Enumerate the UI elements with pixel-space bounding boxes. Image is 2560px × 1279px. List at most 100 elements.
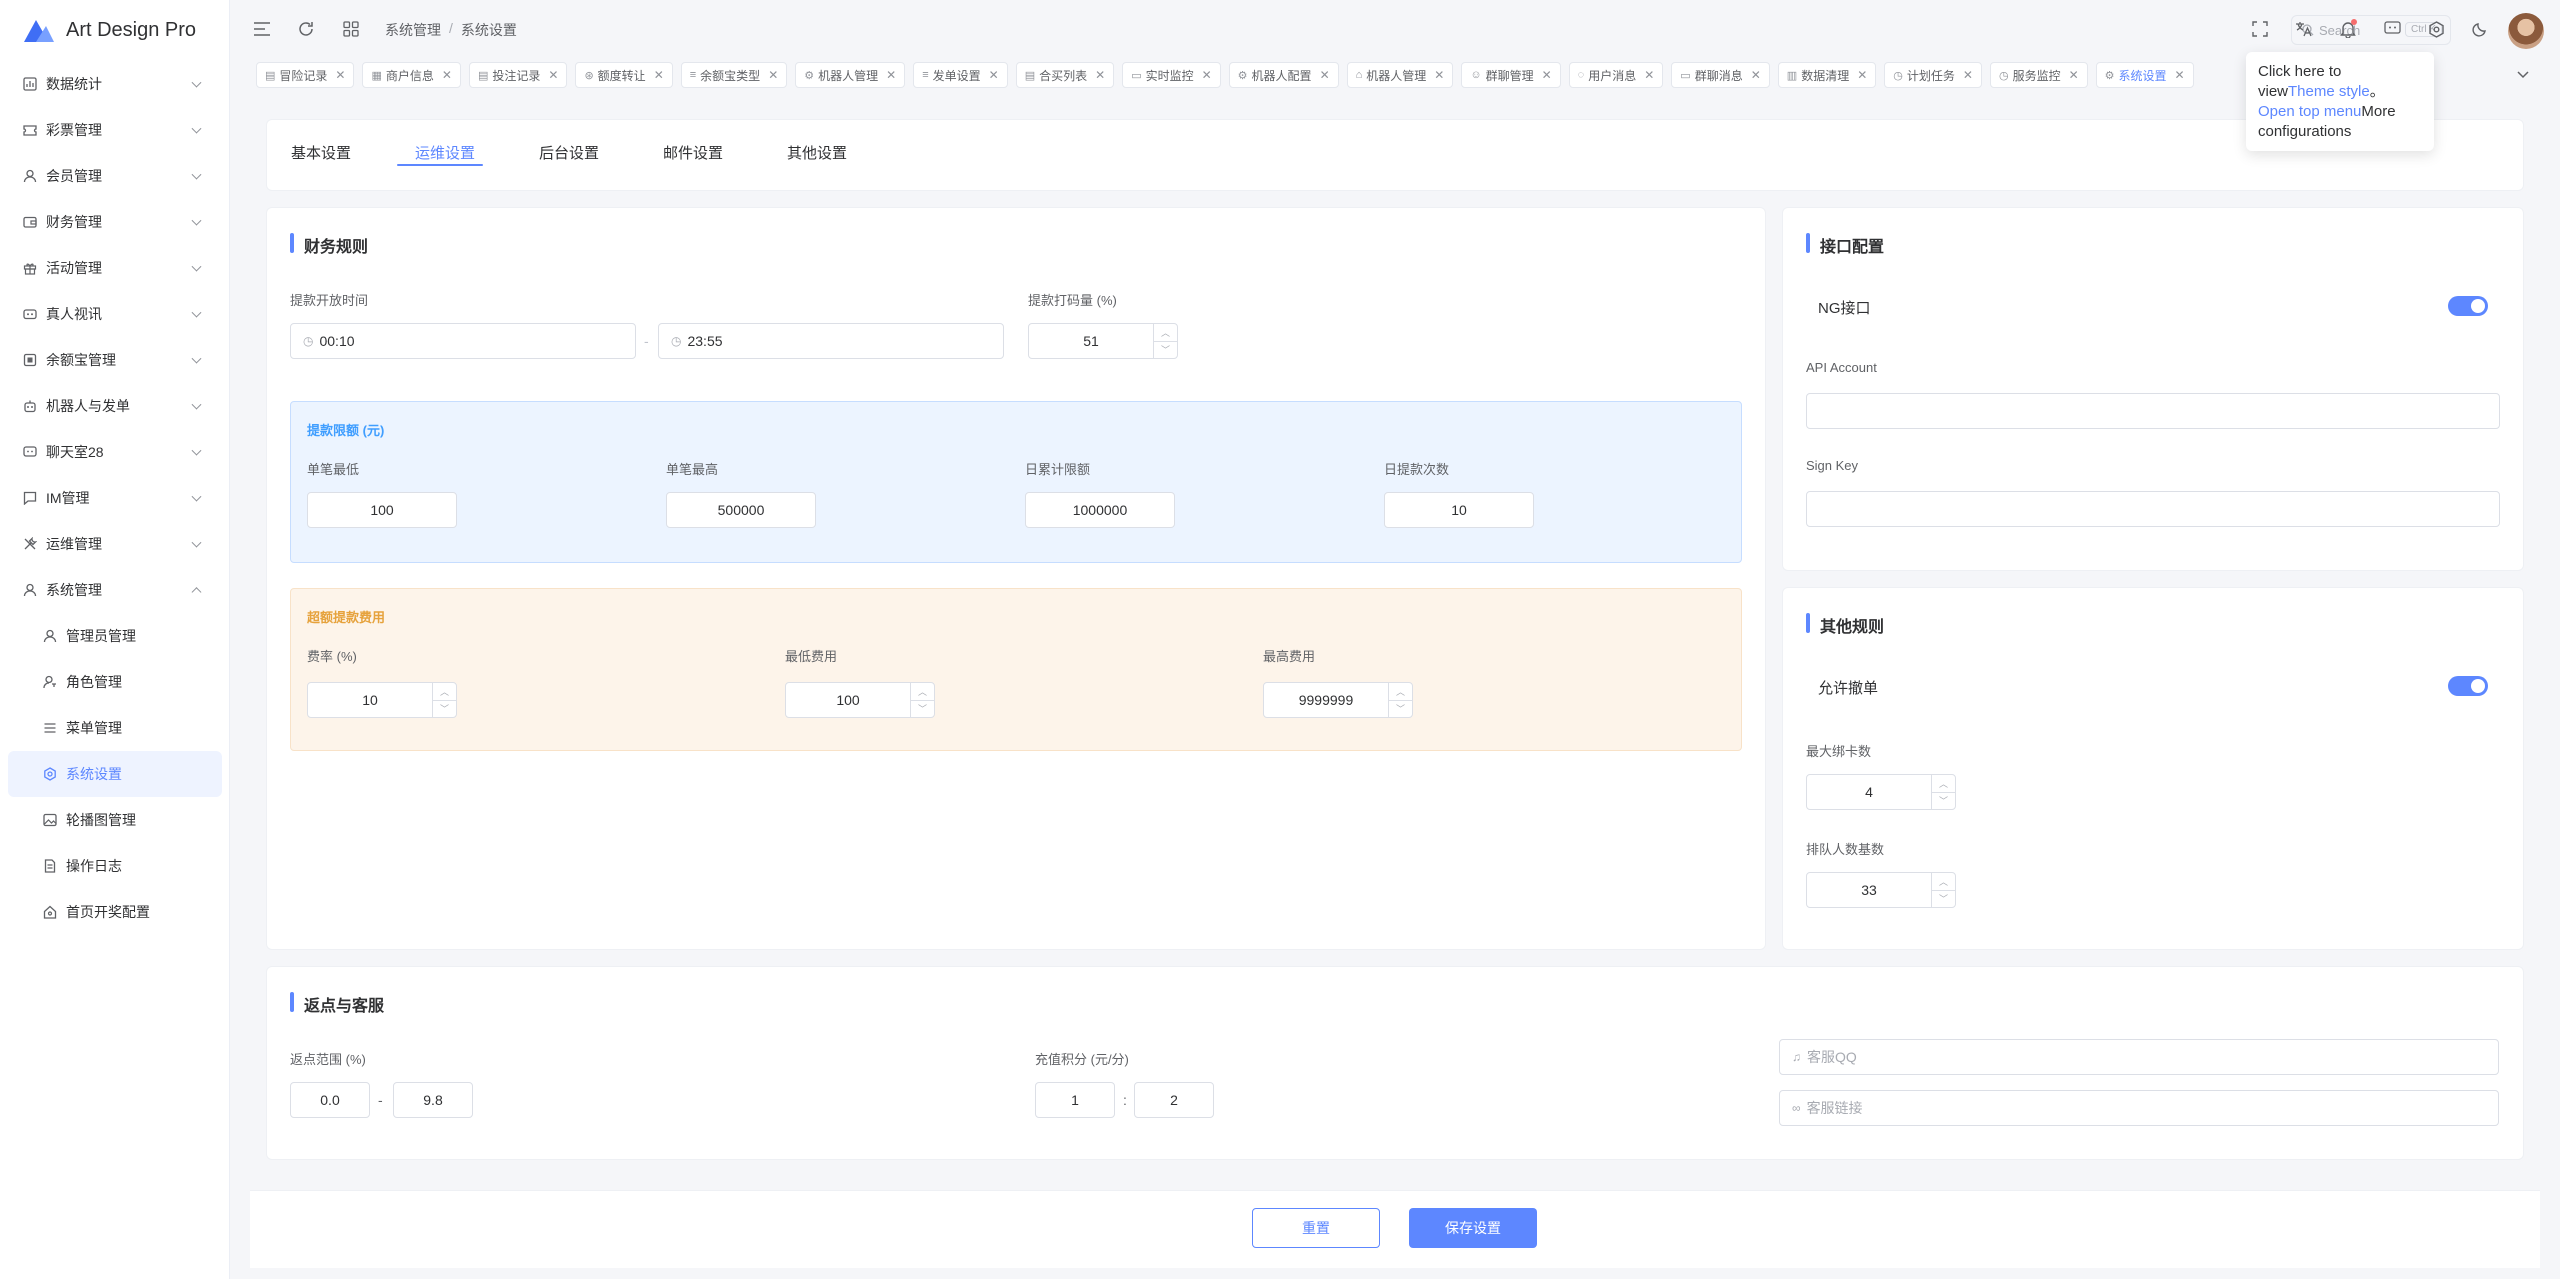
page-tab[interactable]: ≡ 余额宝类型 ✕ xyxy=(680,62,788,88)
api-account-input[interactable] xyxy=(1806,393,2500,429)
max-cards-stepper[interactable]: 4 ︿ ﹀ xyxy=(1806,774,1956,810)
rebate-max-input[interactable]: 9.8 xyxy=(393,1082,473,1118)
page-tab[interactable]: ▭ 实时监控 ✕ xyxy=(1122,62,1221,88)
fee-rate-stepper[interactable]: 10 ︿ ﹀ xyxy=(307,682,457,718)
page-tab[interactable]: ▤ 冒险记录 ✕ xyxy=(256,62,355,88)
ng-toggle[interactable] xyxy=(2448,296,2488,316)
points-b-input[interactable]: 2 xyxy=(1134,1082,1214,1118)
tab-other[interactable]: 其他设置 xyxy=(787,142,847,163)
decrease-icon[interactable]: ﹀ xyxy=(1389,701,1412,718)
sidebar-item-live-video[interactable]: 真人视讯 xyxy=(0,291,230,337)
page-tab[interactable]: ⚙ 机器人管理 ✕ xyxy=(795,62,906,88)
grid-apps-icon[interactable] xyxy=(340,18,362,40)
sign-key-input[interactable] xyxy=(1806,491,2500,527)
tab-ops[interactable]: 运维设置 xyxy=(415,142,475,163)
page-tab[interactable]: ⊛ 额度转让 ✕ xyxy=(575,62,673,88)
sidebar-subitem-logs[interactable]: 操作日志 xyxy=(0,843,230,889)
close-icon[interactable]: ✕ xyxy=(1963,68,1973,82)
close-icon[interactable]: ✕ xyxy=(1320,68,1330,82)
sidebar-item-chatroom[interactable]: 聊天室28 xyxy=(0,429,230,475)
sidebar-item-activity[interactable]: 活动管理 xyxy=(0,245,230,291)
time-start-input[interactable]: ◷ 00:10 xyxy=(290,323,636,359)
rebate-min-input[interactable]: 0.0 xyxy=(290,1082,370,1118)
sidebar-item-robot[interactable]: 机器人与发单 xyxy=(0,383,230,429)
limit-daily-input[interactable]: 1000000 xyxy=(1025,492,1175,528)
breadcrumb-item[interactable]: 系统管理 xyxy=(385,20,441,40)
translate-icon[interactable] xyxy=(2293,18,2315,40)
page-tab[interactable]: ≡ 发单设置 ✕ xyxy=(913,62,1008,88)
page-tab[interactable]: ◷ 服务监控 ✕ xyxy=(1989,62,2088,88)
decrease-icon[interactable]: ﹀ xyxy=(433,701,456,718)
sidebar-subitem-menus[interactable]: 菜单管理 xyxy=(0,705,230,751)
page-tab[interactable]: ◌ 用户消息 ✕ xyxy=(1568,62,1664,88)
page-tab[interactable]: ▥ 数据清理 ✕ xyxy=(1777,62,1877,88)
sidebar-subitem-home-draw[interactable]: 首页开奖配置 xyxy=(0,889,230,935)
increase-icon[interactable]: ︿ xyxy=(433,683,456,701)
close-icon[interactable]: ✕ xyxy=(2175,68,2185,82)
decrease-icon[interactable]: ﹀ xyxy=(911,701,934,718)
limit-max-input[interactable]: 500000 xyxy=(666,492,816,528)
page-tab[interactable]: ⌂ 机器人管理 ✕ xyxy=(1346,62,1454,88)
queue-stepper[interactable]: 33 ︿ ﹀ xyxy=(1806,872,1956,908)
increase-icon[interactable]: ︿ xyxy=(1932,775,1955,793)
close-icon[interactable]: ✕ xyxy=(1202,68,1212,82)
save-settings-button[interactable]: 保存设置 xyxy=(1409,1208,1537,1248)
refresh-icon[interactable] xyxy=(295,18,317,40)
menu-fold-icon[interactable] xyxy=(251,18,273,40)
close-icon[interactable]: ✕ xyxy=(548,68,558,82)
sidebar-subitem-admins[interactable]: 管理员管理 xyxy=(0,613,230,659)
sidebar-item-yuebao[interactable]: 余额宝管理 xyxy=(0,337,230,383)
close-icon[interactable]: ✕ xyxy=(442,68,452,82)
page-tab-active[interactable]: ⚙ 系统设置 ✕ xyxy=(2095,62,2194,88)
limit-min-input[interactable]: 100 xyxy=(307,492,457,528)
close-icon[interactable]: ✕ xyxy=(1644,68,1654,82)
increase-icon[interactable]: ︿ xyxy=(1389,683,1412,701)
close-icon[interactable]: ✕ xyxy=(335,68,345,82)
page-tab[interactable]: ▦ 商户信息 ✕ xyxy=(362,62,461,88)
close-icon[interactable]: ✕ xyxy=(2069,68,2079,82)
decrease-icon[interactable]: ﹀ xyxy=(1932,793,1955,810)
sidebar-item-members[interactable]: 会员管理 xyxy=(0,153,230,199)
page-tab[interactable]: ☺ 群聊管理 ✕ xyxy=(1461,62,1561,88)
logo[interactable]: Art Design Pro xyxy=(22,14,196,46)
bet-ratio-stepper[interactable]: 51 ︿ ﹀ xyxy=(1028,323,1178,359)
points-a-input[interactable]: 1 xyxy=(1035,1082,1115,1118)
settings-icon[interactable] xyxy=(2425,18,2447,40)
sidebar-subitem-roles[interactable]: 角色管理 xyxy=(0,659,230,705)
top-menu-link[interactable]: Open top menu xyxy=(2258,103,2361,120)
chat-icon[interactable] xyxy=(2381,18,2403,40)
sidebar-subitem-settings[interactable]: 系统设置 xyxy=(8,751,222,797)
page-tab[interactable]: ▤ 合买列表 ✕ xyxy=(1015,62,1115,88)
sidebar-item-stats[interactable]: 数据统计 xyxy=(0,61,230,107)
sidebar-item-im[interactable]: IM管理 xyxy=(0,475,230,521)
tab-backend[interactable]: 后台设置 xyxy=(539,142,599,163)
close-icon[interactable]: ✕ xyxy=(1434,68,1444,82)
sidebar-item-system[interactable]: 系统管理 xyxy=(0,567,230,613)
page-tab[interactable]: ◷ 计划任务 ✕ xyxy=(1884,62,1982,88)
dark-mode-icon[interactable] xyxy=(2469,18,2491,40)
sidebar-item-ops[interactable]: 运维管理 xyxy=(0,521,230,567)
close-icon[interactable]: ✕ xyxy=(1095,68,1105,82)
close-icon[interactable]: ✕ xyxy=(768,68,778,82)
chevron-down-icon[interactable] xyxy=(2512,64,2534,86)
bell-icon[interactable] xyxy=(2337,18,2359,40)
close-icon[interactable]: ✕ xyxy=(1751,68,1761,82)
fullscreen-icon[interactable] xyxy=(2249,18,2271,40)
page-tab[interactable]: ▭ 群聊消息 ✕ xyxy=(1671,62,1770,88)
close-icon[interactable]: ✕ xyxy=(1857,68,1867,82)
limit-count-input[interactable]: 10 xyxy=(1384,492,1534,528)
close-icon[interactable]: ✕ xyxy=(654,68,664,82)
fee-min-stepper[interactable]: 100 ︿ ﹀ xyxy=(785,682,935,718)
sidebar-subitem-carousel[interactable]: 轮播图管理 xyxy=(0,797,230,843)
sidebar-item-finance[interactable]: 财务管理 xyxy=(0,199,230,245)
page-tab[interactable]: ⚙ 机器人配置 ✕ xyxy=(1228,62,1339,88)
increase-icon[interactable]: ︿ xyxy=(1932,873,1955,891)
fee-max-stepper[interactable]: 9999999 ︿ ﹀ xyxy=(1263,682,1413,718)
cancel-toggle[interactable] xyxy=(2448,676,2488,696)
tab-mail[interactable]: 邮件设置 xyxy=(663,142,723,163)
sidebar-item-lottery[interactable]: 彩票管理 xyxy=(0,107,230,153)
decrease-icon[interactable]: ﹀ xyxy=(1932,891,1955,908)
tab-basic[interactable]: 基本设置 xyxy=(291,142,351,163)
service-link-input[interactable]: ∞ 客服链接 xyxy=(1779,1090,2499,1126)
user-avatar[interactable] xyxy=(2508,13,2544,49)
